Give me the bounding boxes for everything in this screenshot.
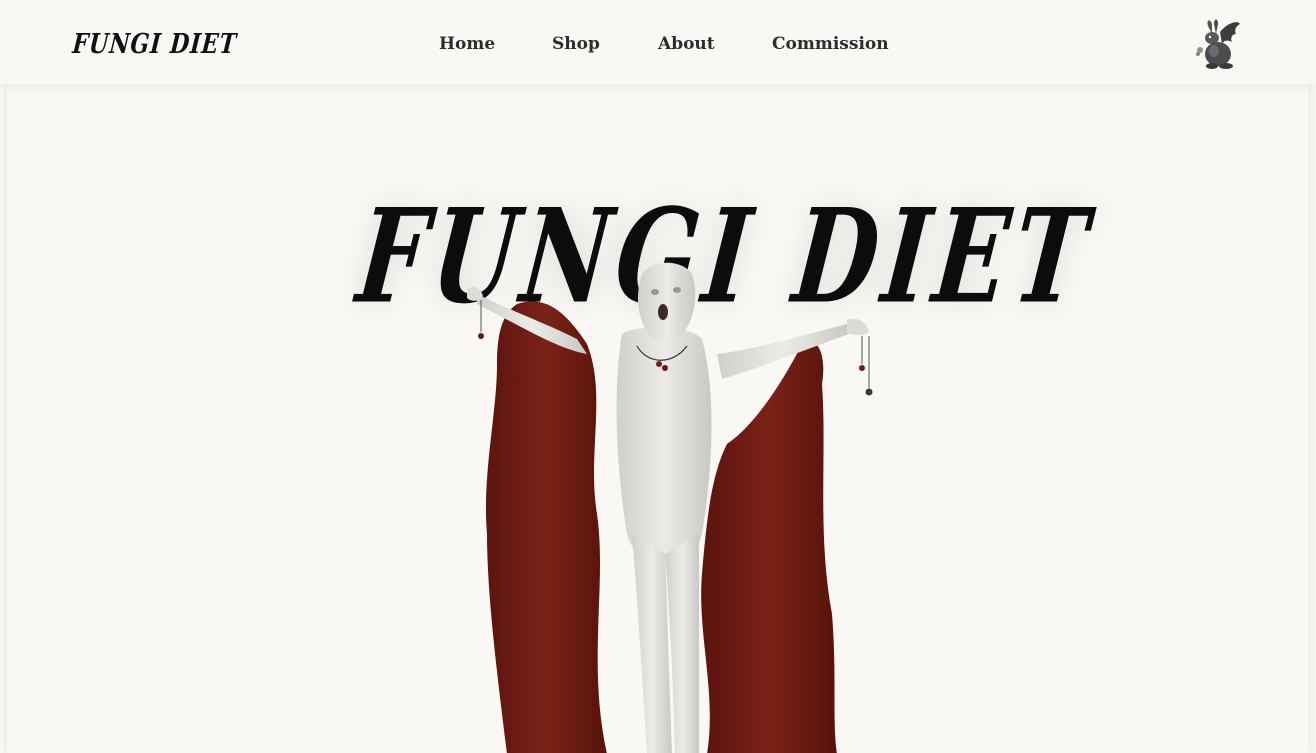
robed-figure-illustration [437,254,917,753]
nav-shop-link[interactable]: Shop [552,34,600,54]
nav-commission-link[interactable]: Commission [772,34,889,54]
site-header: FUNGI DIET Home Shop About Commission [0,0,1316,84]
nav-about-link[interactable]: About [658,34,715,54]
hero-section: FUNGI DIET [7,84,1309,753]
nav-home-link[interactable]: Home [439,34,495,54]
main-nav: Home Shop About Commission [0,34,1316,58]
bunny-icon[interactable] [1190,18,1244,72]
